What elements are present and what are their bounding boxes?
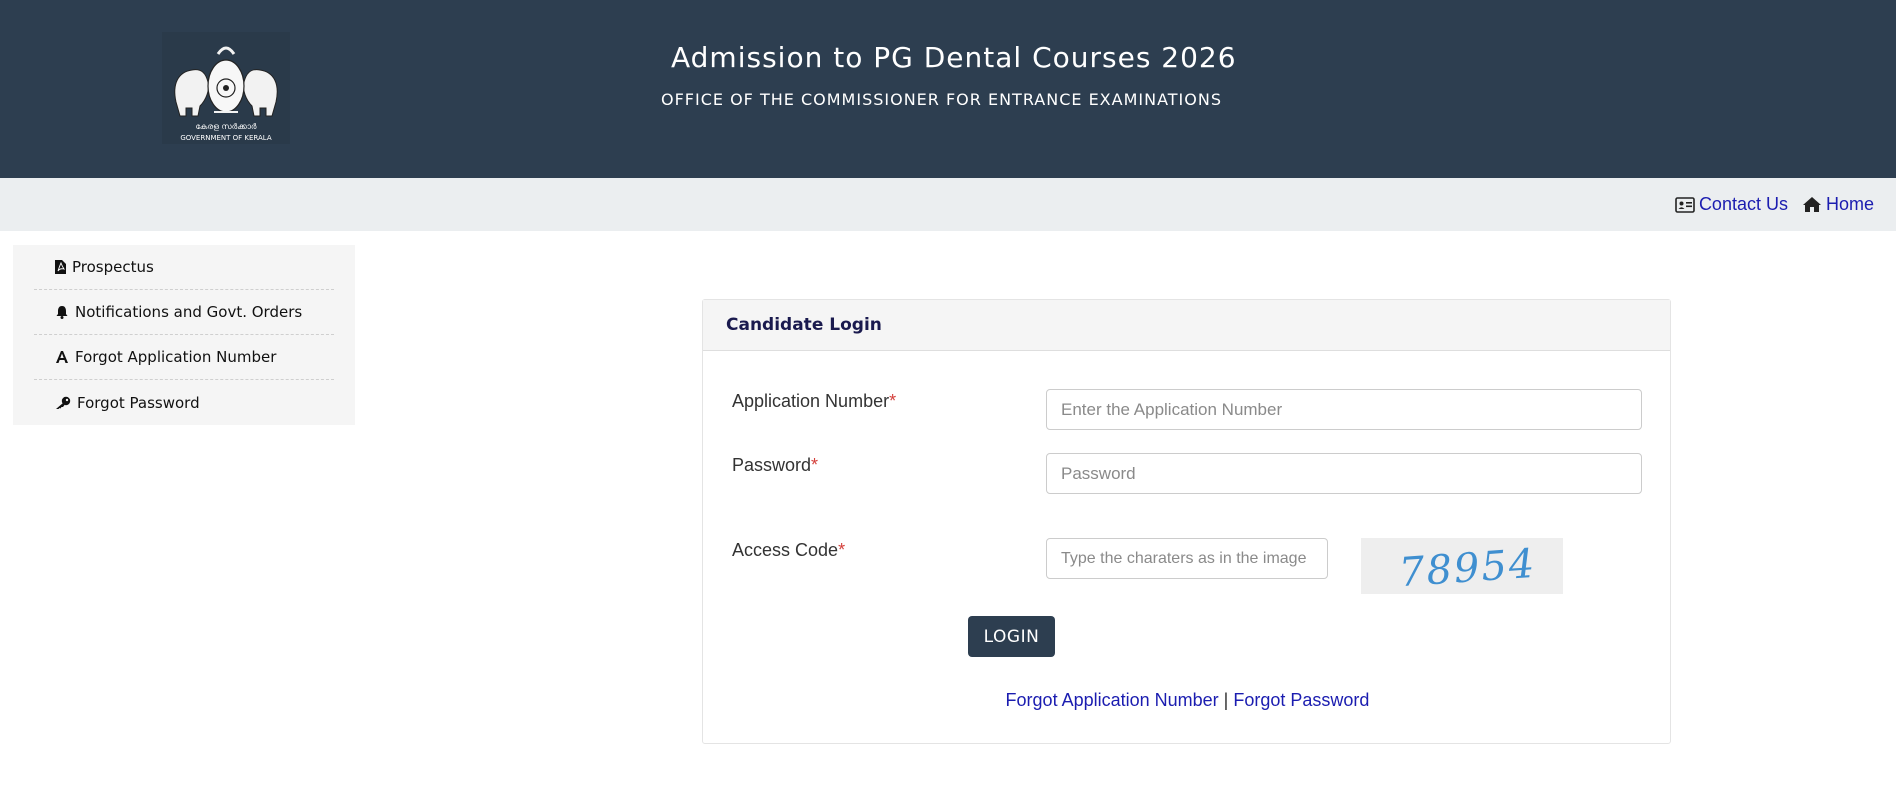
access-code-label: Access Code* — [732, 540, 845, 561]
application-number-label: Application Number* — [732, 391, 896, 412]
captcha-image: 78954 — [1361, 538, 1563, 594]
required-mark: * — [811, 455, 819, 475]
card-title: Candidate Login — [726, 315, 882, 335]
candidate-login-card: Candidate Login Application Number* Pass… — [702, 299, 1671, 744]
sidebar-item-notifications[interactable]: Notifications and Govt. Orders — [34, 290, 334, 335]
sidebar-item-forgot-application-number[interactable]: Forgot Application Number — [34, 335, 334, 380]
required-mark: * — [889, 391, 897, 411]
forgot-password-link[interactable]: Forgot Password — [1233, 690, 1369, 710]
page-title: Admission to PG Dental Courses 2026 — [671, 41, 1237, 74]
captcha-graphic: 78954 — [1398, 541, 1538, 594]
key-icon — [56, 396, 71, 409]
sidebar-item-forgot-password[interactable]: Forgot Password — [34, 380, 334, 425]
password-label: Password* — [732, 455, 818, 476]
contact-us-link[interactable]: Contact Us — [1675, 194, 1788, 215]
home-link[interactable]: Home — [1802, 194, 1874, 215]
application-number-label-text: Application Number — [732, 391, 890, 411]
page-subtitle: OFFICE OF THE COMMISSIONER FOR ENTRANCE … — [661, 90, 1222, 109]
bell-icon — [56, 306, 68, 319]
emblem-icon: കേരള സർക്കാർ GOVERNMENT OF KERALA — [162, 32, 290, 144]
password-input[interactable] — [1046, 453, 1642, 494]
svg-text:കേരള സർക്കാർ: കേരള സർക്കാർ — [196, 122, 257, 131]
svg-text:GOVERNMENT OF KERALA: GOVERNMENT OF KERALA — [180, 134, 272, 142]
access-code-input[interactable] — [1046, 538, 1328, 579]
captcha-text: 78954 — [1398, 541, 1538, 594]
sidebar-item-prospectus[interactable]: Prospectus — [34, 245, 334, 290]
access-code-label-text: Access Code — [732, 540, 839, 560]
top-nav-bar: Contact Us Home — [0, 178, 1896, 231]
sidebar-menu: Prospectus Notifications and Govt. Order… — [13, 245, 355, 425]
sidebar-item-label: Forgot Password — [77, 393, 200, 412]
kerala-emblem-logo: കേരള സർക്കാർ GOVERNMENT OF KERALA — [162, 32, 290, 144]
sidebar-item-label: Forgot Application Number — [75, 348, 277, 366]
top-nav-links: Contact Us Home — [1675, 194, 1874, 215]
application-number-input[interactable] — [1046, 389, 1642, 430]
login-button[interactable]: LOGIN — [968, 616, 1055, 657]
site-header: കേരള സർക്കാർ GOVERNMENT OF KERALA Admiss… — [0, 0, 1896, 178]
sidebar-item-label: Notifications and Govt. Orders — [75, 303, 303, 321]
password-label-text: Password — [732, 455, 812, 475]
contact-us-label: Contact Us — [1698, 194, 1788, 214]
forgot-links: Forgot Application Number | Forgot Passw… — [703, 690, 1672, 711]
contact-card-icon — [1675, 196, 1695, 213]
required-mark: * — [838, 540, 846, 560]
pdf-file-icon — [55, 260, 66, 274]
forgot-application-number-link[interactable]: Forgot Application Number — [1006, 690, 1219, 710]
home-icon — [1802, 197, 1821, 212]
font-a-icon — [56, 351, 68, 363]
card-header: Candidate Login — [703, 300, 1670, 351]
home-label: Home — [1825, 194, 1874, 214]
sidebar-item-label: Prospectus — [72, 258, 154, 276]
link-separator: | — [1223, 690, 1229, 710]
